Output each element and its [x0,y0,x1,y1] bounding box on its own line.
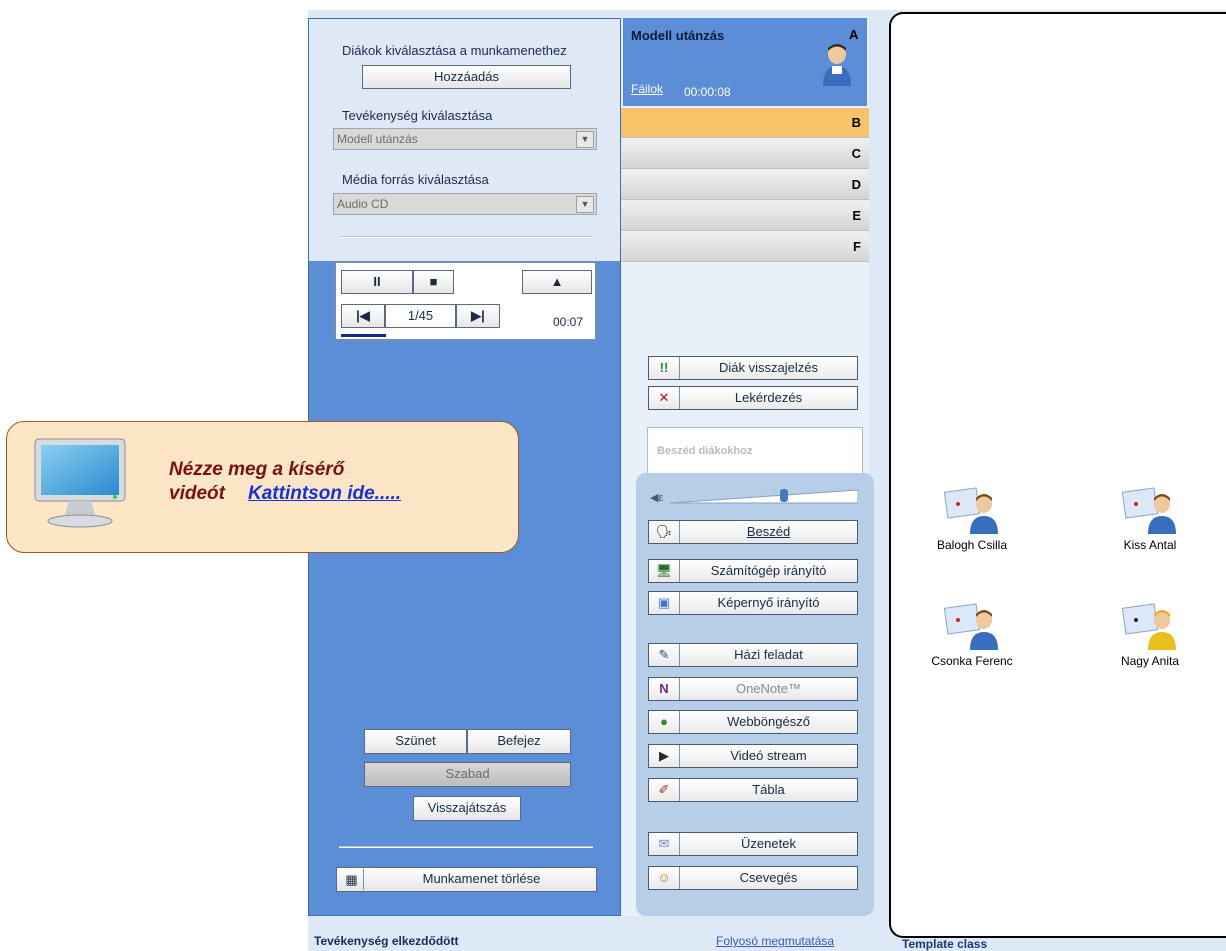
session-tab-b[interactable]: B [621,108,869,138]
session-a-title: Modell utánzás [631,28,725,43]
onenote-icon: N [649,678,680,700]
divider [339,846,593,848]
web-browser-label: Webböngésző [727,714,810,729]
class-name: Template class [902,937,988,951]
hallway-link[interactable]: Folyosó megmutatása [716,934,834,948]
quiz-button[interactable]: ✕ Lekérdezés [648,386,858,410]
student-tile[interactable]: Nagy Anita [1095,602,1205,668]
session-tab-c[interactable]: C [621,139,869,169]
dropdown-arrow-icon[interactable]: ▼ [576,131,594,148]
student-feedback-button[interactable]: !! Diák visszajelzés [648,356,858,380]
student-name: Nagy Anita [1120,654,1180,668]
divider [339,236,593,238]
video-icon: ▶ [649,745,680,767]
globe-icon: ● [649,711,680,733]
add-students-button[interactable]: Hozzáadás [362,65,571,89]
teacher-avatar-icon [820,42,854,86]
popup-line1: Nézze meg a kísérő [169,459,345,480]
screen-control-button[interactable]: ▣ Képernyő irányító [648,591,858,615]
next-track-icon[interactable]: ▶| [456,304,500,328]
onenote-button[interactable]: N OneNote™ [648,677,858,701]
student-feedback-label: Diák visszajelzés [719,360,818,375]
homework-icon: ✎ [649,644,680,666]
speak-to-students-tab[interactable]: Beszéd diákokhoz [647,427,863,473]
homework-label: Házi feladat [734,647,803,662]
playback-time: 00:07 [553,315,584,329]
volume-icon: ◀ε [650,492,664,504]
free-button[interactable]: Szabad [364,762,571,787]
messages-button[interactable]: ✉ Üzenetek [648,832,858,856]
activity-label: Tevékenység kiválasztása [342,108,493,123]
homework-button[interactable]: ✎ Házi feladat [648,643,858,667]
microphone-icon: 🗣 [649,521,680,543]
feedback-icon: !! [649,357,680,379]
session-tab-d[interactable]: D [621,170,869,200]
student-computer-icon [943,602,1000,650]
session-tab-e[interactable]: E [621,201,869,231]
popup-line2-prefix: videót [169,483,225,504]
pause-icon[interactable]: II [341,270,413,294]
pause-session-button[interactable]: Szünet [364,729,467,754]
screen-control-icon: ▣ [649,592,680,614]
whiteboard-icon: ✐ [649,779,680,801]
speak-button[interactable]: 🗣 Beszéd [648,520,858,544]
delete-session-button[interactable]: ▦ Munkamenet törlése [336,867,597,892]
dropdown-arrow-icon[interactable]: ▼ [576,196,594,213]
click-here-link[interactable]: Kattintson ide..... [248,483,401,505]
onenote-label: OneNote™ [735,681,802,696]
students-label: Diákok kiválasztása a munkamenethez [342,43,567,58]
previous-track-icon[interactable]: |◀ [341,304,385,328]
session-a-letter: A [849,27,859,42]
whiteboard-button[interactable]: ✐ Tábla [648,778,858,802]
student-name: Balogh Csilla [936,538,1008,552]
pc-control-icon: 🖥 [649,560,680,582]
chat-label: Csevegés [739,870,798,885]
stop-icon[interactable]: ■ [413,270,454,294]
pc-control-button[interactable]: 🖥 Számítógép irányító [648,559,858,583]
volume-slider[interactable] [669,488,859,504]
files-link[interactable]: Fáilok [631,82,663,96]
media-value: Audio CD [337,197,389,211]
student-tile[interactable]: Csonka Ferenc [917,602,1027,668]
student-computer-icon [943,486,1000,534]
class-view-panel [889,12,1226,938]
messages-label: Üzenetek [741,836,796,851]
whiteboard-label: Tábla [752,782,785,797]
activity-value: Modell utánzás [337,132,418,146]
student-computer-icon [1121,602,1178,650]
chat-icon: ☺ [649,867,680,889]
quiz-icon: ✕ [649,387,680,409]
screen-control-label: Képernyő irányító [717,595,820,610]
delete-session-label: Munkamenet törlése [422,871,541,886]
finish-session-button[interactable]: Befejez [467,729,571,754]
playback-progress[interactable] [341,334,386,337]
activity-select[interactable]: Modell utánzás ▼ [333,128,597,150]
monitor-icon [33,437,127,529]
chat-button[interactable]: ☺ Csevegés [648,866,858,890]
session-tab-f[interactable]: F [621,232,869,262]
track-indicator: 1/45 [385,304,456,328]
playback-button[interactable]: Visszajátszás [413,796,521,821]
session-timer: 00:00:08 [684,85,731,99]
video-stream-label: Videó stream [730,748,807,763]
envelope-icon: ✉ [649,833,680,855]
quiz-label: Lekérdezés [734,390,803,405]
pc-control-label: Számítógép irányító [710,563,827,578]
speak-label: Beszéd [746,524,791,539]
media-label: Média forrás kiválasztása [342,172,489,187]
delete-session-icon: ▦ [340,869,364,890]
student-tile[interactable]: Balogh Csilla [917,486,1027,552]
video-stream-button[interactable]: ▶ Videó stream [648,744,858,768]
web-browser-button[interactable]: ● Webböngésző [648,710,858,734]
student-computer-icon [1121,486,1178,534]
status-text: Tevékenység elkezdődött [314,934,459,948]
eject-icon[interactable]: ▲ [522,270,592,294]
student-name: Kiss Antal [1123,538,1177,552]
student-tile[interactable]: Kiss Antal [1095,486,1205,552]
media-select[interactable]: Audio CD ▼ [333,193,597,215]
student-name: Csonka Ferenc [931,654,1013,668]
speak-tab-label: Beszéd diákokhoz [657,445,753,457]
